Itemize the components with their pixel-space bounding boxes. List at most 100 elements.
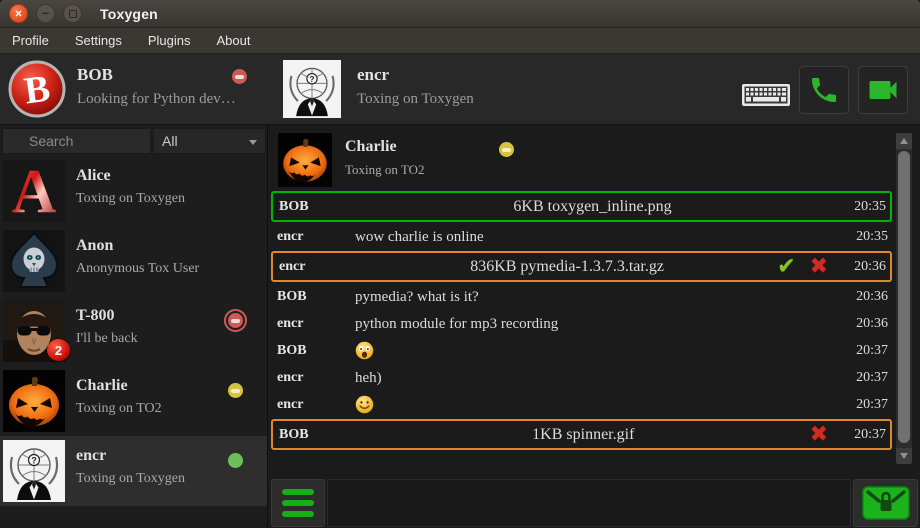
file-transfer-row: BOB 1KB spinner.gif ✖ 20:37 — [271, 419, 892, 450]
message-sender: BOB — [279, 427, 353, 443]
contact-alice[interactable]: A Alice Toxing on Toxygen — [0, 156, 267, 226]
svg-text:?: ? — [309, 74, 314, 84]
scrollbar-thumb[interactable] — [898, 151, 910, 443]
attachments-menu-button[interactable] — [271, 479, 325, 527]
encrypted-send-icon — [861, 483, 911, 523]
file-transfer-label: 1KB spinner.gif — [353, 426, 810, 444]
contact-name: Alice — [76, 167, 111, 185]
anon-avatar — [3, 230, 65, 292]
contact-anon[interactable]: Anon Anonymous Tox User — [0, 226, 267, 296]
message-time: 20:37 — [844, 397, 888, 413]
menu-about[interactable]: About — [216, 33, 250, 48]
message-sender: BOB — [279, 199, 353, 215]
file-transfer-row: BOB 6KB toxygen_inline.png 20:35 — [271, 191, 892, 222]
message-text: pymedia? what is it? — [351, 289, 830, 306]
message-sender: encr — [279, 259, 353, 275]
menu-profile[interactable]: Profile — [12, 33, 49, 48]
shocked-emoji-icon — [355, 341, 374, 360]
message-time: 20:37 — [842, 427, 886, 443]
decline-file-button[interactable]: ✖ — [810, 424, 828, 446]
contact-charlie[interactable]: Charlie Toxing on TO2 — [0, 366, 267, 436]
contact-filter-dropdown[interactable]: All — [153, 128, 266, 154]
composer — [269, 478, 920, 528]
send-message-button[interactable] — [853, 479, 918, 527]
message-row: encr wow charlie is online 20:35 — [271, 224, 892, 250]
chevron-down-icon — [249, 140, 257, 145]
accept-file-button[interactable]: ✔ — [777, 256, 795, 278]
self-busy-status-icon — [232, 69, 247, 84]
smile-emoji-icon — [355, 395, 374, 414]
message-row: BOB pymedia? what is it? 20:36 — [271, 284, 892, 310]
title-bar: × – Toxygen — [0, 0, 920, 28]
contact-list-panel: All A Alice Toxing on Toxygen Anon Anony… — [0, 125, 268, 528]
message-time: 20:35 — [842, 199, 886, 215]
video-call-button[interactable] — [858, 66, 908, 114]
message-time: 20:36 — [844, 316, 888, 332]
decline-file-button[interactable]: ✖ — [810, 256, 828, 278]
message-input[interactable] — [327, 479, 851, 527]
contact-filter-value: All — [162, 133, 178, 149]
charlie-avatar — [3, 370, 65, 432]
menu-settings[interactable]: Settings — [75, 33, 122, 48]
contact-status-message: I'll be back — [76, 331, 138, 347]
header: B BOB Looking for Python dev… ? encr Tox… — [0, 54, 920, 125]
contact-t-800[interactable]: T-800 I'll be back 2 — [0, 296, 267, 366]
contact-name: T-800 — [76, 307, 115, 325]
search-input[interactable] — [2, 128, 151, 154]
contact-status-message: Anonymous Tox User — [76, 261, 199, 277]
peer-card-avatar — [278, 133, 332, 187]
peer-card-name: Charlie — [345, 138, 397, 156]
file-transfer-row: encr 836KB pymedia-1.3.7.3.tar.gz ✔✖ 20:… — [271, 251, 892, 282]
active-contact-avatar: ? — [283, 60, 341, 118]
message-sender: encr — [277, 316, 351, 332]
minimize-icon: – — [42, 6, 49, 19]
video-camera-icon — [865, 72, 901, 108]
contact-status-message: Toxing on Toxygen — [76, 471, 185, 487]
contact-status-message: Toxing on Toxygen — [76, 191, 185, 207]
message-sender: BOB — [277, 289, 351, 305]
message-sender: BOB — [277, 343, 351, 359]
arrow-up-icon — [900, 138, 908, 144]
contact-name: Anon — [76, 237, 113, 255]
away-status-icon — [228, 383, 243, 398]
menu-plugins[interactable]: Plugins — [148, 33, 191, 48]
typing-keyboard-icon[interactable] — [741, 82, 791, 108]
svg-text:A: A — [12, 160, 57, 222]
toxygen-window: × – Toxygen Profile Settings Plugins Abo… — [0, 0, 920, 528]
hamburger-menu-icon — [282, 489, 314, 495]
window-maximize-button[interactable] — [63, 4, 82, 23]
encr-avatar: ? — [3, 440, 65, 502]
file-transfer-actions: ✔✖ — [777, 256, 828, 278]
online-status-icon — [228, 453, 243, 468]
message-row: encr python module for mp3 recording 20:… — [271, 311, 892, 337]
file-transfer-actions: ✖ — [810, 424, 828, 446]
scroll-down-button[interactable] — [896, 448, 912, 464]
message-time: 20:36 — [842, 259, 886, 275]
message-history: BOB 6KB toxygen_inline.png 20:35 encr wo… — [271, 191, 892, 464]
arrow-down-icon — [900, 453, 908, 459]
contact-name: Charlie — [76, 377, 128, 395]
message-time: 20:35 — [844, 229, 888, 245]
message-time: 20:37 — [844, 343, 888, 359]
window-close-button[interactable]: × — [9, 4, 28, 23]
message-text — [351, 341, 830, 361]
window-title: Toxygen — [100, 6, 158, 22]
alice-avatar: A — [3, 160, 65, 222]
chat-scrollbar[interactable] — [896, 133, 912, 464]
message-text — [351, 395, 830, 415]
contact-name: encr — [76, 447, 106, 465]
self-avatar[interactable]: B — [8, 60, 66, 118]
audio-call-button[interactable] — [799, 66, 849, 114]
scroll-up-button[interactable] — [896, 133, 912, 149]
svg-text:?: ? — [31, 456, 37, 466]
menu-bar: Profile Settings Plugins About — [0, 28, 920, 54]
chat-panel: Charlie Toxing on TO2 BOB 6KB toxygen_in… — [269, 125, 920, 528]
contact-encr[interactable]: ? encr Toxing on Toxygen — [0, 436, 267, 506]
message-sender: encr — [277, 370, 351, 386]
message-row: encr heh) 20:37 — [271, 365, 892, 391]
peer-card-status-message: Toxing on TO2 — [345, 162, 425, 178]
window-minimize-button[interactable]: – — [36, 4, 55, 23]
message-sender: encr — [277, 229, 351, 245]
active-contact-status-message: Toxing on Toxygen — [357, 91, 474, 108]
keyboard-icon — [741, 82, 791, 108]
